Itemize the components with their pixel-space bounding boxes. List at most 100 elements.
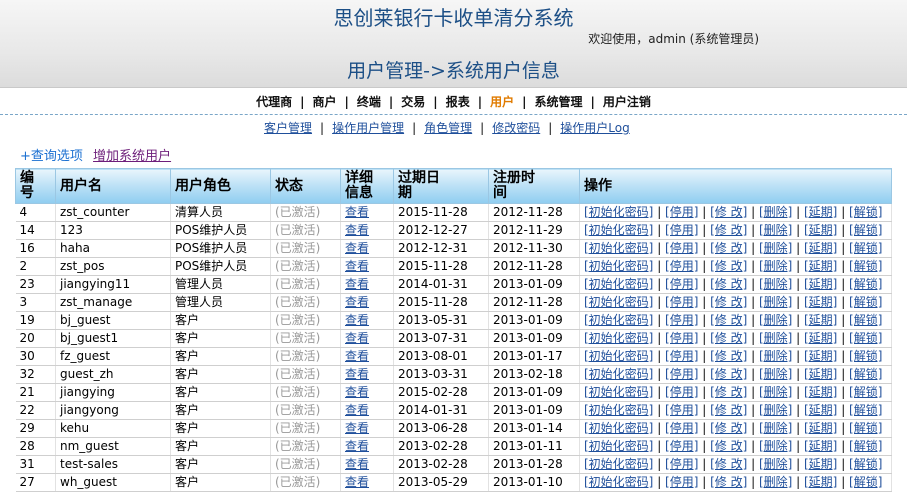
extend-link[interactable]: [延期] bbox=[804, 295, 837, 309]
delete-link[interactable]: [删除] bbox=[759, 475, 792, 489]
view-detail-link[interactable]: 查看 bbox=[345, 205, 369, 219]
disable-link[interactable]: [停用] bbox=[665, 331, 698, 345]
unlock-link[interactable]: [解锁] bbox=[849, 313, 882, 327]
edit-link[interactable]: [修 改] bbox=[710, 367, 747, 381]
disable-link[interactable]: [停用] bbox=[665, 205, 698, 219]
delete-link[interactable]: [删除] bbox=[759, 367, 792, 381]
reset-password-link[interactable]: [初始化密码] bbox=[584, 421, 653, 435]
reset-password-link[interactable]: [初始化密码] bbox=[584, 475, 653, 489]
nav-item[interactable]: 用户注销 bbox=[603, 95, 651, 109]
edit-link[interactable]: [修 改] bbox=[710, 277, 747, 291]
delete-link[interactable]: [删除] bbox=[759, 295, 792, 309]
unlock-link[interactable]: [解锁] bbox=[849, 223, 882, 237]
extend-link[interactable]: [延期] bbox=[804, 259, 837, 273]
edit-link[interactable]: [修 改] bbox=[710, 421, 747, 435]
reset-password-link[interactable]: [初始化密码] bbox=[584, 205, 653, 219]
add-system-user-link[interactable]: 增加系统用户 bbox=[93, 149, 171, 164]
disable-link[interactable]: [停用] bbox=[665, 475, 698, 489]
unlock-link[interactable]: [解锁] bbox=[849, 349, 882, 363]
extend-link[interactable]: [延期] bbox=[804, 241, 837, 255]
delete-link[interactable]: [删除] bbox=[759, 313, 792, 327]
unlock-link[interactable]: [解锁] bbox=[849, 385, 882, 399]
extend-link[interactable]: [延期] bbox=[804, 421, 837, 435]
subnav-item[interactable]: 客户管理 bbox=[264, 121, 312, 135]
extend-link[interactable]: [延期] bbox=[804, 313, 837, 327]
edit-link[interactable]: [修 改] bbox=[710, 241, 747, 255]
reset-password-link[interactable]: [初始化密码] bbox=[584, 367, 653, 381]
query-options-link[interactable]: +查询选项 bbox=[20, 149, 83, 164]
edit-link[interactable]: [修 改] bbox=[710, 349, 747, 363]
unlock-link[interactable]: [解锁] bbox=[849, 331, 882, 345]
edit-link[interactable]: [修 改] bbox=[710, 385, 747, 399]
unlock-link[interactable]: [解锁] bbox=[849, 277, 882, 291]
disable-link[interactable]: [停用] bbox=[665, 367, 698, 381]
delete-link[interactable]: [删除] bbox=[759, 385, 792, 399]
edit-link[interactable]: [修 改] bbox=[710, 403, 747, 417]
delete-link[interactable]: [删除] bbox=[759, 223, 792, 237]
edit-link[interactable]: [修 改] bbox=[710, 223, 747, 237]
unlock-link[interactable]: [解锁] bbox=[849, 367, 882, 381]
view-detail-link[interactable]: 查看 bbox=[345, 277, 369, 291]
delete-link[interactable]: [删除] bbox=[759, 205, 792, 219]
view-detail-link[interactable]: 查看 bbox=[345, 403, 369, 417]
extend-link[interactable]: [延期] bbox=[804, 205, 837, 219]
edit-link[interactable]: [修 改] bbox=[710, 259, 747, 273]
edit-link[interactable]: [修 改] bbox=[710, 475, 747, 489]
view-detail-link[interactable]: 查看 bbox=[345, 349, 369, 363]
unlock-link[interactable]: [解锁] bbox=[849, 457, 882, 471]
delete-link[interactable]: [删除] bbox=[759, 331, 792, 345]
reset-password-link[interactable]: [初始化密码] bbox=[584, 331, 653, 345]
edit-link[interactable]: [修 改] bbox=[710, 205, 747, 219]
extend-link[interactable]: [延期] bbox=[804, 331, 837, 345]
edit-link[interactable]: [修 改] bbox=[710, 457, 747, 471]
view-detail-link[interactable]: 查看 bbox=[345, 475, 369, 489]
nav-item[interactable]: 交易 bbox=[401, 95, 425, 109]
subnav-item[interactable]: 操作用户管理 bbox=[332, 121, 404, 135]
unlock-link[interactable]: [解锁] bbox=[849, 475, 882, 489]
view-detail-link[interactable]: 查看 bbox=[345, 439, 369, 453]
unlock-link[interactable]: [解锁] bbox=[849, 259, 882, 273]
nav-item[interactable]: 代理商 bbox=[256, 95, 292, 109]
view-detail-link[interactable]: 查看 bbox=[345, 259, 369, 273]
delete-link[interactable]: [删除] bbox=[759, 421, 792, 435]
subnav-item[interactable]: 操作用户Log bbox=[560, 121, 629, 135]
view-detail-link[interactable]: 查看 bbox=[345, 223, 369, 237]
edit-link[interactable]: [修 改] bbox=[710, 439, 747, 453]
delete-link[interactable]: [删除] bbox=[759, 457, 792, 471]
edit-link[interactable]: [修 改] bbox=[710, 331, 747, 345]
disable-link[interactable]: [停用] bbox=[665, 313, 698, 327]
disable-link[interactable]: [停用] bbox=[665, 223, 698, 237]
disable-link[interactable]: [停用] bbox=[665, 349, 698, 363]
extend-link[interactable]: [延期] bbox=[804, 439, 837, 453]
view-detail-link[interactable]: 查看 bbox=[345, 385, 369, 399]
delete-link[interactable]: [删除] bbox=[759, 259, 792, 273]
view-detail-link[interactable]: 查看 bbox=[345, 295, 369, 309]
nav-item[interactable]: 商户 bbox=[312, 95, 336, 109]
disable-link[interactable]: [停用] bbox=[665, 295, 698, 309]
delete-link[interactable]: [删除] bbox=[759, 277, 792, 291]
reset-password-link[interactable]: [初始化密码] bbox=[584, 223, 653, 237]
extend-link[interactable]: [延期] bbox=[804, 403, 837, 417]
delete-link[interactable]: [删除] bbox=[759, 241, 792, 255]
disable-link[interactable]: [停用] bbox=[665, 259, 698, 273]
view-detail-link[interactable]: 查看 bbox=[345, 313, 369, 327]
extend-link[interactable]: [延期] bbox=[804, 223, 837, 237]
unlock-link[interactable]: [解锁] bbox=[849, 403, 882, 417]
unlock-link[interactable]: [解锁] bbox=[849, 295, 882, 309]
extend-link[interactable]: [延期] bbox=[804, 385, 837, 399]
view-detail-link[interactable]: 查看 bbox=[345, 421, 369, 435]
nav-item[interactable]: 报表 bbox=[446, 95, 470, 109]
extend-link[interactable]: [延期] bbox=[804, 475, 837, 489]
extend-link[interactable]: [延期] bbox=[804, 349, 837, 363]
reset-password-link[interactable]: [初始化密码] bbox=[584, 241, 653, 255]
subnav-item[interactable]: 角色管理 bbox=[424, 121, 472, 135]
view-detail-link[interactable]: 查看 bbox=[345, 331, 369, 345]
extend-link[interactable]: [延期] bbox=[804, 367, 837, 381]
unlock-link[interactable]: [解锁] bbox=[849, 241, 882, 255]
reset-password-link[interactable]: [初始化密码] bbox=[584, 259, 653, 273]
nav-item[interactable]: 系统管理 bbox=[535, 95, 583, 109]
disable-link[interactable]: [停用] bbox=[665, 241, 698, 255]
reset-password-link[interactable]: [初始化密码] bbox=[584, 439, 653, 453]
delete-link[interactable]: [删除] bbox=[759, 349, 792, 363]
disable-link[interactable]: [停用] bbox=[665, 421, 698, 435]
